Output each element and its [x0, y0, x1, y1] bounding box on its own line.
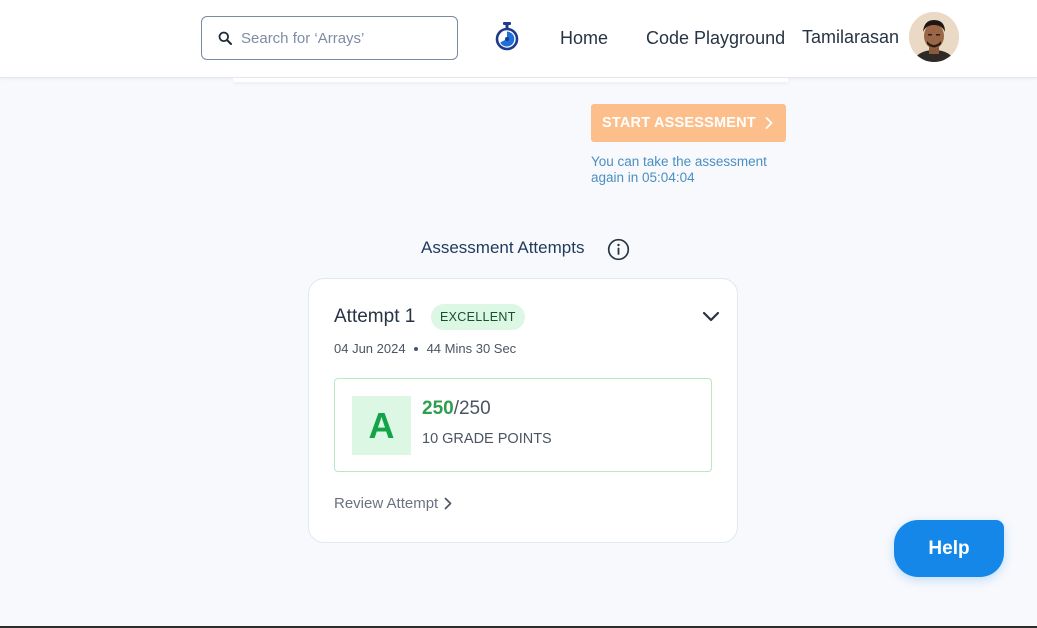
chevron-right-icon — [444, 497, 452, 510]
attempt-title: Attempt 1 — [334, 306, 416, 327]
start-assessment-label: START ASSESSMENT — [602, 115, 756, 131]
help-button[interactable]: Help — [894, 520, 1004, 577]
score-total: 250 — [458, 398, 491, 419]
grade-points: 10 GRADE POINTS — [422, 431, 552, 447]
start-assessment-button[interactable]: START ASSESSMENT — [591, 104, 786, 142]
grade-summary: A 250/250 10 GRADE POINTS — [334, 378, 712, 472]
search-input[interactable] — [241, 29, 441, 47]
search-icon — [218, 31, 232, 45]
chevron-down-icon[interactable] — [702, 309, 720, 323]
review-attempt-label: Review Attempt — [334, 495, 439, 512]
score-obtained: 250 — [422, 398, 454, 419]
top-header: Home Code Playground Tamilarasan — [0, 0, 1037, 78]
attempt-card: Attempt 1 EXCELLENT 04 Jun 2024 44 Mins … — [308, 278, 738, 543]
performance-badge: EXCELLENT — [431, 304, 525, 330]
attempt-meta: 04 Jun 2024 44 Mins 30 Sec — [334, 341, 516, 356]
attempt-date: 04 Jun 2024 — [334, 341, 406, 356]
attempt-duration: 44 Mins 30 Sec — [426, 341, 517, 356]
avatar-image — [909, 12, 959, 62]
content-card-bottom-edge — [233, 78, 788, 82]
review-attempt-link[interactable]: Review Attempt — [334, 495, 452, 512]
nav-home-link[interactable]: Home — [560, 28, 608, 49]
stopwatch-icon[interactable] — [494, 21, 520, 51]
info-icon[interactable] — [607, 238, 630, 261]
nav-code-playground-link[interactable]: Code Playground — [646, 28, 785, 49]
attempts-heading: Assessment Attempts — [421, 238, 585, 257]
meta-separator-dot — [413, 346, 418, 351]
search-box[interactable] — [201, 16, 458, 60]
score: 250/250 — [422, 398, 491, 420]
chevron-right-icon — [765, 117, 773, 129]
retake-countdown-message: You can take the assessment again in 05:… — [591, 154, 767, 185]
user-name[interactable]: Tamilarasan — [802, 27, 899, 48]
avatar[interactable] — [909, 12, 959, 62]
grade-letter: A — [352, 396, 411, 455]
